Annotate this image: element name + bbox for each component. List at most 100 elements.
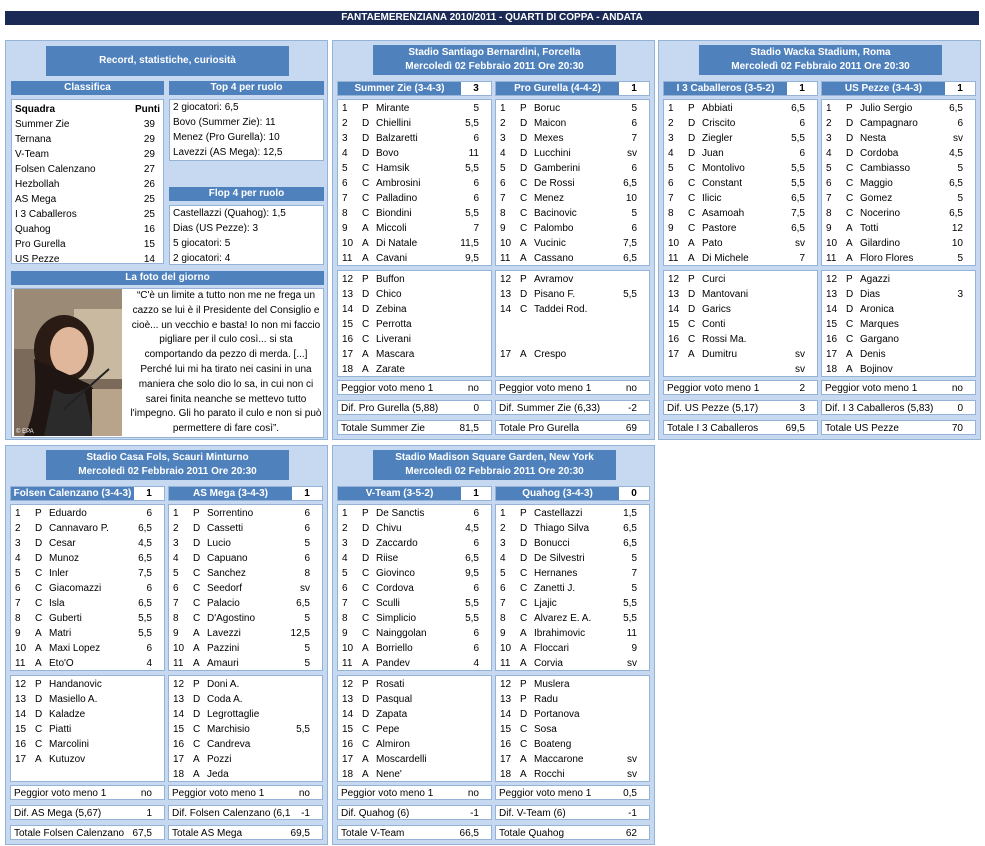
player-role: A [520,769,527,780]
player-name: Cavani [376,253,408,264]
player-role: P [520,508,527,519]
top-text: 2 giocatori: 6,5 [173,102,239,113]
team-header: Pro Gurella (4-4-2) 1 [495,81,650,96]
player-vote: sv [627,148,637,159]
player-row: 10 A Gilardino 10 [822,236,975,251]
player-vote: 6,5 [623,253,637,264]
flop-line: Castellazzi (Quahog): 1,5 [170,206,323,221]
player-number: 3 [173,538,179,549]
dif-value: 1 [146,808,152,819]
bench-row: 17 A Moscardelli [338,752,491,767]
player-row: 8 C Bacinovic 5 [496,206,649,221]
peggior-label: Peggior voto meno 1 [667,383,760,394]
player-number: 1 [826,103,832,114]
player-number: 17 [826,349,838,360]
player-row: 5 D Gamberini 6 [496,161,649,176]
team-name: I 3 Caballeros (3-5-2) [664,82,787,95]
player-role: A [35,643,42,654]
player-name: Gamberini [534,163,581,174]
team-name: V-Team [15,149,49,160]
classifica-row: Ternana 29 [12,132,163,147]
player-name: Masiello A. [49,694,98,705]
player-row: 2 D Chiellini 5,5 [338,116,491,131]
player-role: C [193,583,201,594]
photo-quote: “C'è un limite a tutto non me ne frega u… [130,290,322,435]
player-role: D [362,133,370,144]
player-name: Perrotta [376,319,412,330]
player-name: Chivu [376,523,402,534]
player-name: Sanchez [207,568,246,579]
player-name: Mexes [534,133,564,144]
match-panel: Stadio Wacka Stadium, Roma Mercoledì 02 F… [658,40,981,440]
player-role: P [846,103,853,114]
bench-row: 12 P Buffon [338,272,491,287]
player-number: 13 [826,289,838,300]
player-number: 13 [500,289,512,300]
player-name: Palladino [376,193,418,204]
player-role: C [362,613,370,624]
dif-label: Dif. Quahog (6) [341,808,410,819]
bench-row: 14 D Portanova [496,707,649,722]
player-vote: 5,5 [465,163,479,174]
player-number: 2 [173,523,179,534]
team-header: Summer Zie (3-4-3) 3 [337,81,492,96]
player-role: C [520,193,528,204]
player-number: 7 [500,598,506,609]
team-points: 14 [143,254,155,265]
player-number: 10 [173,643,185,654]
player-role: D [846,118,854,129]
player-vote: 5 [304,658,310,669]
player-vote: 4 [146,658,152,669]
player-role: D [520,163,528,174]
player-role: C [688,178,696,189]
tot-value: 69,5 [290,828,310,839]
player-role: A [520,628,527,639]
player-number: 5 [342,163,348,174]
team-score: 3 [461,82,491,95]
tot-label: Totale Folsen Calenzano [14,828,125,839]
player-number: 2 [15,523,21,534]
player-role: A [520,643,527,654]
dif-value: -2 [628,403,637,414]
team-points: 16 [143,224,155,235]
player-role: D [846,289,854,300]
player-vote: 6,5 [138,598,152,609]
peggior-label: Peggior voto meno 1 [825,383,918,394]
player-name: Lavezzi [207,628,241,639]
team-name: Pro Gurella [15,239,66,250]
player-row: 5 C Hamsik 5,5 [338,161,491,176]
tot-label: Totale I 3 Caballeros [667,423,759,434]
player-number: 17 [500,754,512,765]
player-number: 10 [342,238,354,249]
player-role: A [35,754,42,765]
team-score: 1 [292,487,322,500]
bench-row: 18 A Jeda [169,767,322,782]
match-panel: Stadio Madison Square Garden, New York Me… [332,445,655,845]
player-name: Mantovani [702,289,749,300]
bench-row: 15 C Conti [664,317,817,332]
player-name: Totti [860,223,879,234]
venue: Stadio Wacka Stadium, Roma [750,47,891,58]
player-number: 2 [500,118,506,129]
player-number: 12 [826,274,838,285]
player-role: D [362,148,370,159]
player-vote: sv [627,658,637,669]
team-name: V-Team (3-5-2) [338,487,461,500]
player-number: 17 [668,349,680,360]
player-role: D [362,523,370,534]
starters-box: 1 P Boruc 5 2 D Maicon 6 3 D Mexes 7 4 D Lucchini sv 5 D G… [495,99,650,266]
dif-label: Dif. V-Team (6) [499,808,566,819]
bench-row: 15 C Marchisio 5,5 [169,722,322,737]
player-name: Ziegler [702,133,733,144]
player-name: Maggio [860,178,893,189]
photo-caption: © EPA [16,429,34,435]
player-number: 12 [173,679,185,690]
bench-box: 12 P Muslera 13 P Radu 14 D Portanova 15 C Sosa 16 C B… [495,675,650,782]
bench-row: 13 D Mantovani [664,287,817,302]
player-vote: 5,5 [465,613,479,624]
peggior-value: no [467,788,479,799]
player-number: 11 [500,253,511,264]
player-name: Nesta [860,133,887,144]
player-vote: 7,5 [791,208,805,219]
player-row: 3 D Nesta sv [822,131,975,146]
